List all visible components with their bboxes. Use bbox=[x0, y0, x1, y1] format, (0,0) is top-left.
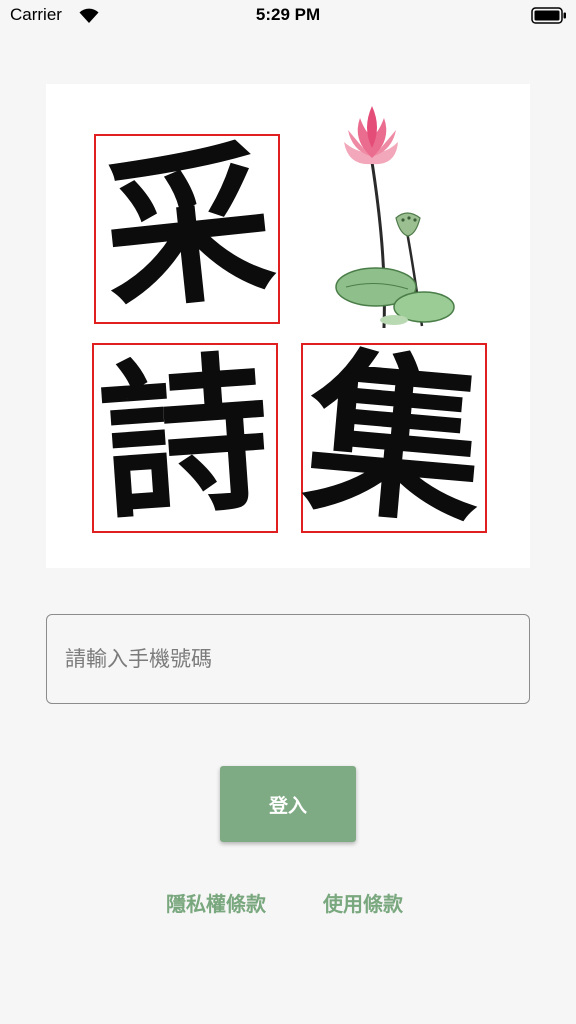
status-bar: Carrier 5:29 PM bbox=[0, 0, 576, 32]
terms-of-use-link[interactable]: 使用條款 bbox=[323, 888, 403, 917]
privacy-policy-link[interactable]: 隱私權條款 bbox=[166, 888, 266, 917]
logo-char-ji: 集 bbox=[298, 328, 492, 551]
status-time: 5:29 PM bbox=[255, 5, 321, 24]
lotus-icon bbox=[335, 106, 455, 329]
phone-number-input[interactable] bbox=[46, 614, 530, 704]
logo-char-shi: 詩 bbox=[94, 333, 276, 543]
login-button[interactable]: 登入 bbox=[220, 766, 356, 842]
app-logo: 采 詩 集 bbox=[46, 84, 530, 568]
logo-char-cai: 采 bbox=[94, 120, 282, 336]
battery-icon bbox=[531, 7, 566, 24]
